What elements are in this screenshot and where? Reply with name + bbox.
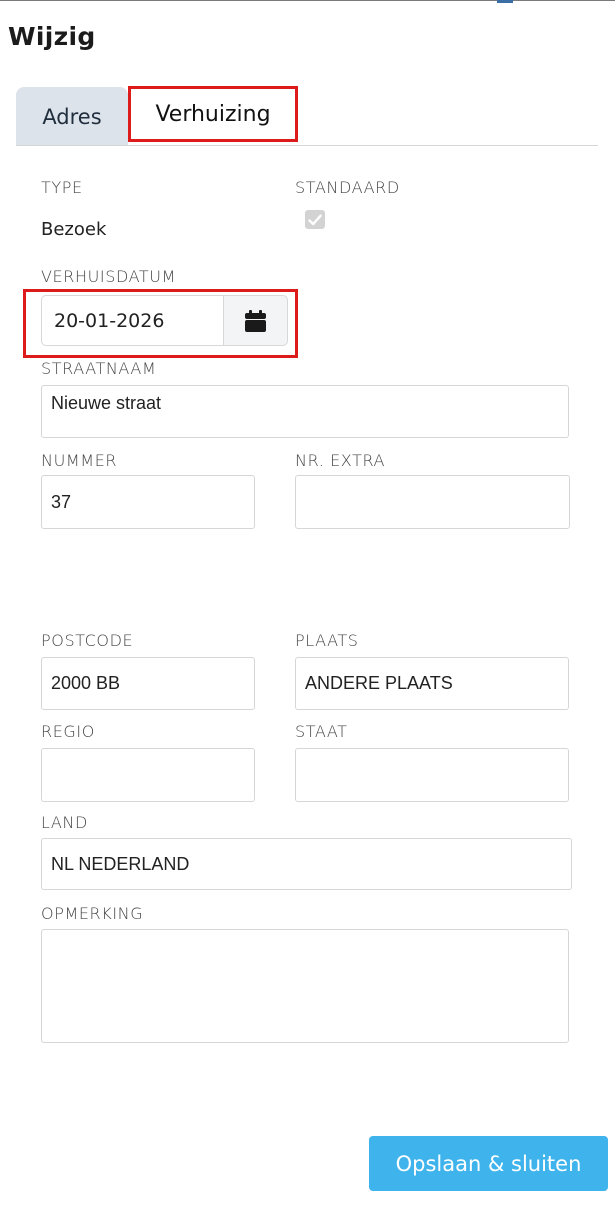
save-close-label: Opslaan & sluiten <box>395 1151 582 1176</box>
calendar-icon <box>245 309 266 332</box>
verhuisdatum-input[interactable]: 20-01-2026 <box>41 295 223 346</box>
check-icon <box>308 214 322 225</box>
opmerking-textarea[interactable] <box>41 929 569 1043</box>
opmerking-label: OPMERKING <box>41 904 144 923</box>
staat-input[interactable] <box>295 748 569 802</box>
tab-divider <box>16 145 598 146</box>
tab-verhuizing-label: Verhuizing <box>155 101 271 127</box>
window-top-border <box>0 0 615 1</box>
straatnaam-input[interactable]: Nieuwe straat <box>41 385 569 438</box>
land-label: LAND <box>41 813 88 832</box>
nummer-label: NUMMER <box>41 451 118 470</box>
postcode-label: POSTCODE <box>41 631 134 650</box>
tab-verhuizing[interactable]: Verhuizing <box>128 86 298 142</box>
staat-label: STAAT <box>295 722 348 741</box>
land-select[interactable]: NL NEDERLAND <box>41 838 572 890</box>
type-label: TYPE <box>41 178 83 197</box>
verhuisdatum-label: VERHUISDATUM <box>41 267 177 286</box>
dialog-title: Wijzig <box>8 22 96 51</box>
postcode-input[interactable]: 2000 BB <box>41 657 255 710</box>
date-picker-button[interactable] <box>223 295 288 346</box>
nr-extra-input[interactable] <box>295 475 570 529</box>
save-close-button[interactable]: Opslaan & sluiten <box>369 1136 608 1191</box>
regio-label: REGIO <box>41 722 95 741</box>
type-value: Bezoek <box>41 219 107 240</box>
standaard-label: STANDAARD <box>295 178 400 197</box>
plaats-label: PLAATS <box>295 631 359 650</box>
plaats-input[interactable]: ANDERE PLAATS <box>295 657 569 710</box>
nr-extra-label: NR. EXTRA <box>295 451 386 470</box>
regio-input[interactable] <box>41 748 255 802</box>
nummer-input[interactable]: 37 <box>41 475 255 529</box>
tab-adres-label: Adres <box>42 104 102 129</box>
window-top-marker <box>497 0 513 3</box>
tab-adres[interactable]: Adres <box>16 87 128 146</box>
standaard-checkbox[interactable] <box>305 210 325 229</box>
straatnaam-label: STRAATNAAM <box>41 359 157 378</box>
